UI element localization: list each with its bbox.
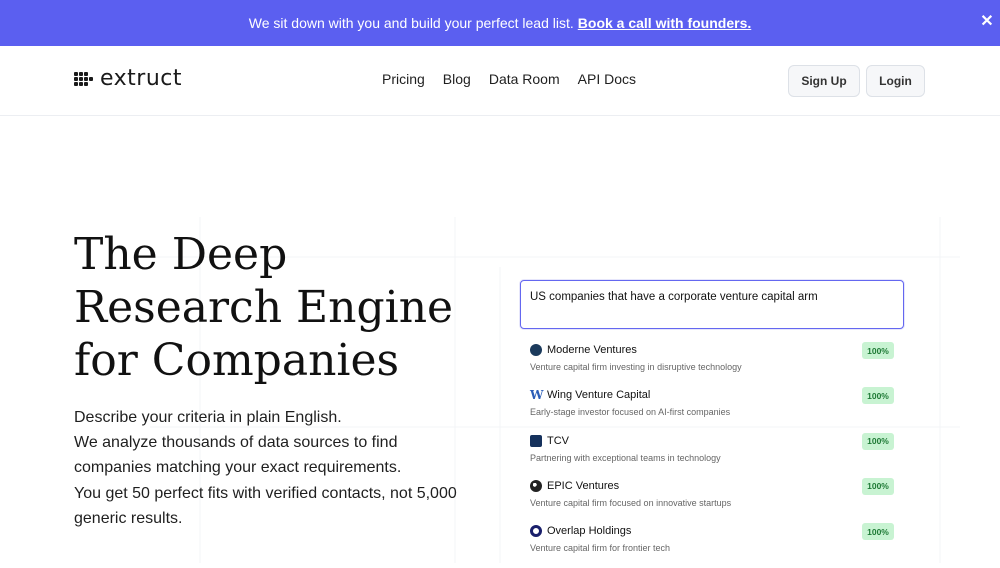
- hero-desc-line: generic results.: [74, 509, 183, 527]
- result-description: Partnering with exceptional teams in tec…: [530, 452, 721, 463]
- logo-text: extruct: [100, 66, 183, 91]
- close-icon[interactable]: ✕: [978, 13, 996, 31]
- hero-desc-line: We analyze thousands of data sources to …: [74, 434, 398, 452]
- result-item[interactable]: EPIC Ventures Venture capital firm focus…: [530, 477, 894, 523]
- results-list: Moderne Ventures Venture capital firm in…: [530, 342, 894, 568]
- result-item[interactable]: Moderne Ventures Venture capital firm in…: [530, 342, 894, 387]
- hero-title-line: Research Engine: [74, 282, 454, 333]
- nav-link-api-docs[interactable]: API Docs: [578, 71, 636, 87]
- result-description: Early-stage investor focused on AI-first…: [530, 407, 731, 418]
- hero-desc-line: companies matching your exact requiremen…: [74, 459, 402, 477]
- sign-up-button[interactable]: Sign Up: [788, 65, 860, 97]
- result-name: Wing Venture Capital: [547, 389, 651, 402]
- banner-text: We sit down with you and build your perf…: [248, 15, 574, 31]
- nav-links: Pricing Blog Data Room API Docs: [382, 71, 654, 87]
- promo-banner: We sit down with you and build your perf…: [0, 0, 1000, 46]
- result-name: EPIC Ventures: [547, 479, 620, 492]
- hero-description: Describe your criteria in plain English.…: [74, 405, 474, 531]
- result-description: Venture capital firm focused on innovati…: [530, 497, 732, 508]
- match-score-badge: 100%: [862, 387, 894, 405]
- wing-logo-icon: W: [530, 388, 544, 403]
- match-score-badge: 100%: [862, 523, 894, 541]
- nav-link-data-room[interactable]: Data Room: [489, 71, 560, 87]
- tcv-logo-icon: [530, 434, 542, 447]
- hero-title-line: The Deep: [74, 229, 288, 280]
- book-call-link[interactable]: Book a call with founders.: [578, 15, 751, 31]
- match-score-badge: 100%: [862, 477, 894, 495]
- result-item[interactable]: W Wing Venture Capital Early-stage inves…: [530, 387, 894, 432]
- result-name: TCV: [547, 434, 569, 447]
- hero-desc-line: You get 50 perfect fits with verified co…: [74, 484, 457, 502]
- result-description: Venture capital firm for frontier tech: [530, 543, 671, 554]
- result-name: Moderne Ventures: [547, 344, 637, 356]
- hero-desc-line: Describe your criteria in plain English.: [74, 409, 342, 426]
- nav-link-pricing[interactable]: Pricing: [382, 71, 425, 87]
- top-nav: extruct Pricing Blog Data Room API Docs …: [0, 46, 1000, 116]
- match-score-badge: 100%: [862, 432, 894, 450]
- logo-mark-icon: [74, 71, 94, 87]
- logo[interactable]: extruct: [74, 66, 182, 91]
- login-button[interactable]: Login: [866, 65, 925, 97]
- nav-link-blog[interactable]: Blog: [443, 71, 471, 87]
- result-description: Venture capital firm investing in disrup…: [530, 362, 742, 372]
- result-item[interactable]: Overlap Holdings Venture capital firm fo…: [530, 523, 894, 568]
- search-query-input[interactable]: US companies that have a corporate ventu…: [520, 280, 904, 329]
- match-score-badge: 100%: [862, 342, 894, 359]
- hero-title: The Deep Research Engine for Companies: [74, 228, 494, 387]
- hero-title-line: for Companies: [74, 335, 400, 386]
- overlap-logo-icon: [530, 525, 542, 538]
- moderne-logo-icon: [530, 344, 542, 356]
- epic-logo-icon: [530, 479, 542, 492]
- result-item[interactable]: TCV Partnering with exceptional teams in…: [530, 432, 894, 478]
- result-name: Overlap Holdings: [547, 525, 632, 538]
